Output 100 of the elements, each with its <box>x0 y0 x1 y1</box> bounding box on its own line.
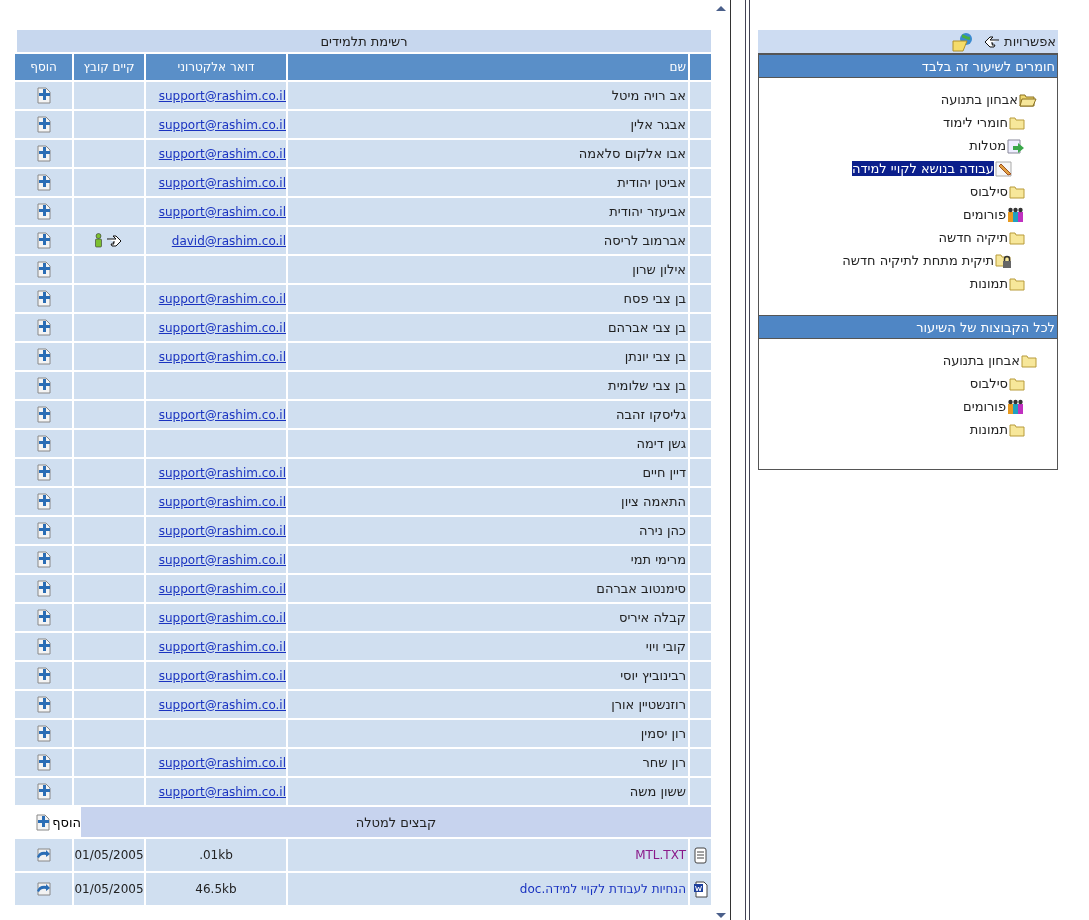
table-cell: רון יסמין <box>288 720 688 747</box>
tree-item[interactable]: סילבוס <box>969 180 1025 203</box>
table-cell: ששון משה <box>288 778 688 805</box>
table-cell: רוזנשטיין אורן <box>288 691 688 718</box>
folder-icon <box>1009 422 1025 437</box>
add-file-icon <box>36 319 51 336</box>
download-button[interactable] <box>35 882 52 896</box>
table-cell <box>690 517 711 544</box>
add-button[interactable] <box>36 435 51 452</box>
folder-icon <box>1009 276 1025 291</box>
people-icon <box>1007 398 1025 415</box>
add-button[interactable] <box>36 116 51 133</box>
table-cell <box>690 778 711 805</box>
add-file-icon <box>36 754 51 771</box>
add-file-icon <box>36 348 51 365</box>
folder-icon <box>1009 230 1025 245</box>
add-button[interactable] <box>36 551 51 568</box>
tree-item[interactable]: פורומים <box>963 203 1025 226</box>
add-button[interactable] <box>36 290 51 307</box>
column-header: שם <box>288 54 688 80</box>
table-cell: רון שחר <box>288 749 688 776</box>
add-button[interactable] <box>36 638 51 655</box>
add-file-icon <box>36 580 51 597</box>
table-cell <box>690 430 711 457</box>
table-cell <box>690 546 711 573</box>
tree-item[interactable]: אבחון בתנועה <box>942 349 1037 372</box>
table-cell <box>690 343 711 370</box>
add-button[interactable] <box>36 261 51 278</box>
add-file-icon <box>36 290 51 307</box>
file-link[interactable]: הנחיות לעבודת לקויי למידה.doc <box>519 882 686 896</box>
table-cell <box>690 401 711 428</box>
tree-item[interactable]: חומרי לימוד <box>943 111 1025 134</box>
add-file-icon <box>36 261 51 278</box>
tree-item[interactable]: אבחון בתנועה <box>940 88 1037 111</box>
table-cell <box>690 169 711 196</box>
table-cell <box>690 662 711 689</box>
add-button[interactable] <box>36 348 51 365</box>
add-file-icon <box>36 464 51 481</box>
folder-icon <box>1009 376 1025 391</box>
table-cell: כהן נירה <box>288 517 688 544</box>
table-cell: התאמה ציון <box>288 488 688 515</box>
tree-item[interactable]: תמונות <box>969 418 1025 441</box>
add-file-icon <box>36 203 51 220</box>
add-button[interactable] <box>36 522 51 539</box>
table-cell: אב רויה מיטל <box>288 82 688 109</box>
table-cell: אבגר אלין <box>288 111 688 138</box>
table-cell <box>690 720 711 747</box>
add-button[interactable] <box>36 377 51 394</box>
table-cell: גליסקו זהבה <box>288 401 688 428</box>
add-button[interactable] <box>36 783 51 800</box>
add-file-icon <box>36 725 51 742</box>
table-cell: דיין חיים <box>288 459 688 486</box>
table-cell: אילון שרון <box>288 256 688 283</box>
file-link[interactable]: MTL.TXT <box>635 848 686 862</box>
add-button[interactable] <box>36 580 51 597</box>
add-button[interactable] <box>36 696 51 713</box>
add-button[interactable] <box>36 725 51 742</box>
add-file-icon <box>36 493 51 510</box>
column-header: קיים קובץ <box>74 54 144 80</box>
tree-item[interactable]: תיקיה חדשה <box>938 226 1025 249</box>
table-cell: סימנטוב אברהם <box>288 575 688 602</box>
add-button[interactable] <box>36 145 51 162</box>
folder-icon <box>1021 353 1037 368</box>
table-cell: בן צבי יונתן <box>288 343 688 370</box>
table-cell: קובי ויוי <box>288 633 688 660</box>
add-button[interactable] <box>36 667 51 684</box>
tree-item[interactable]: פורומים <box>963 395 1025 418</box>
table-title: רשימת תלמידים <box>17 30 711 52</box>
table-cell <box>690 691 711 718</box>
person-icon <box>94 233 103 248</box>
add-button[interactable] <box>36 87 51 104</box>
table-cell: מרימי תמי <box>288 546 688 573</box>
add-button[interactable] <box>36 464 51 481</box>
add-button[interactable] <box>36 232 51 249</box>
download-icon <box>35 882 52 896</box>
tree-item[interactable]: תיקית מתחת לתיקיה חדשה <box>842 249 1013 272</box>
add-button[interactable] <box>36 174 51 191</box>
table-cell <box>690 256 711 283</box>
table-cell <box>690 285 711 312</box>
add-button[interactable] <box>36 406 51 423</box>
table-cell <box>690 314 711 341</box>
hand-pointer-icon[interactable] <box>106 233 124 248</box>
table-cell: קבלה איריס <box>288 604 688 631</box>
add-file-icon <box>36 522 51 539</box>
download-button[interactable] <box>35 848 52 862</box>
add-button[interactable] <box>36 493 51 510</box>
table-cell <box>690 575 711 602</box>
locked-folder-icon <box>995 252 1013 269</box>
table-cell: גשן דימה <box>288 430 688 457</box>
tree-item[interactable]: סילבוס <box>969 372 1025 395</box>
add-button[interactable] <box>36 754 51 771</box>
add-file-icon <box>36 696 51 713</box>
add-button[interactable] <box>36 319 51 336</box>
add-file-icon <box>36 406 51 423</box>
add-button[interactable] <box>36 609 51 626</box>
tree-item[interactable]: תמונות <box>969 272 1025 295</box>
tree-item[interactable]: מטלות <box>969 134 1025 157</box>
folder-icon <box>1009 115 1025 130</box>
add-file-icon <box>36 667 51 684</box>
add-button[interactable] <box>36 203 51 220</box>
